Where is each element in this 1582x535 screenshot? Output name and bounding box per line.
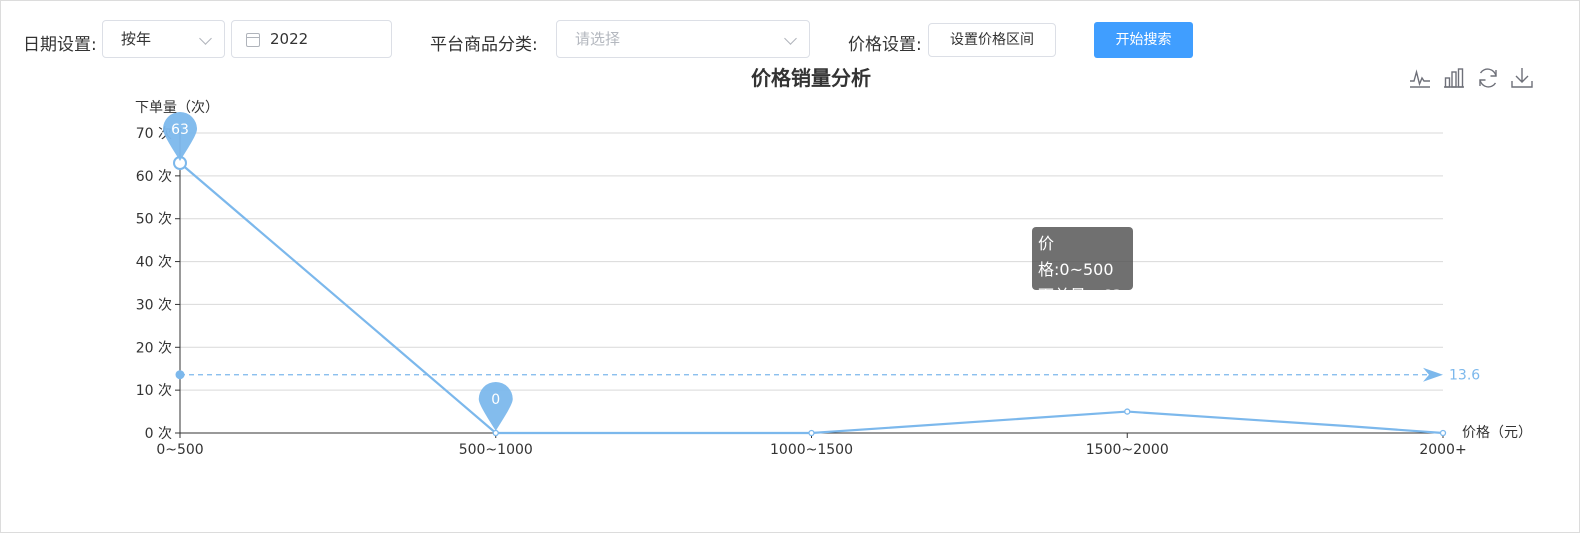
y-tick-label: 10 次: [136, 383, 172, 399]
y-tick-label: 60 次: [136, 169, 172, 185]
y-tick-label: 50 次: [136, 212, 172, 228]
tooltip-line-2: 下单量：63: [1038, 286, 1123, 305]
average-mark-label: 13.6: [1449, 368, 1480, 384]
y-tick-label: 30 次: [136, 297, 172, 313]
series-line: [179, 162, 1444, 435]
mark-point-label: 63: [171, 122, 189, 138]
y-axis-label: 下单量（次）: [135, 100, 219, 116]
tooltip-line-1: 价格:0~500: [1038, 234, 1114, 279]
chart-tooltip: 价格:0~500 下单量：63: [1032, 227, 1133, 305]
x-tick-label: 500~1000: [459, 442, 533, 458]
data-point: [492, 429, 499, 437]
y-tick-label: 0 次: [145, 426, 172, 442]
x-tick-label: 0~500: [156, 442, 203, 458]
data-point: [808, 429, 815, 437]
y-tick-label: 20 次: [136, 340, 172, 356]
y-tick-label: 40 次: [136, 255, 172, 271]
data-point: [1439, 429, 1447, 437]
x-axis-label: 价格（元）: [1462, 425, 1532, 441]
price-sales-chart: 0 次10 次20 次30 次40 次50 次60 次70 次 0~500 500…: [135, 100, 1532, 458]
average-mark-start: [175, 370, 185, 380]
data-point: [1124, 408, 1131, 415]
mark-point-label: 0: [491, 392, 500, 408]
x-tick-label: 1000~1500: [770, 442, 853, 458]
x-tick-label: 1500~2000: [1086, 442, 1169, 458]
x-tick-label: 2000+: [1419, 442, 1466, 458]
